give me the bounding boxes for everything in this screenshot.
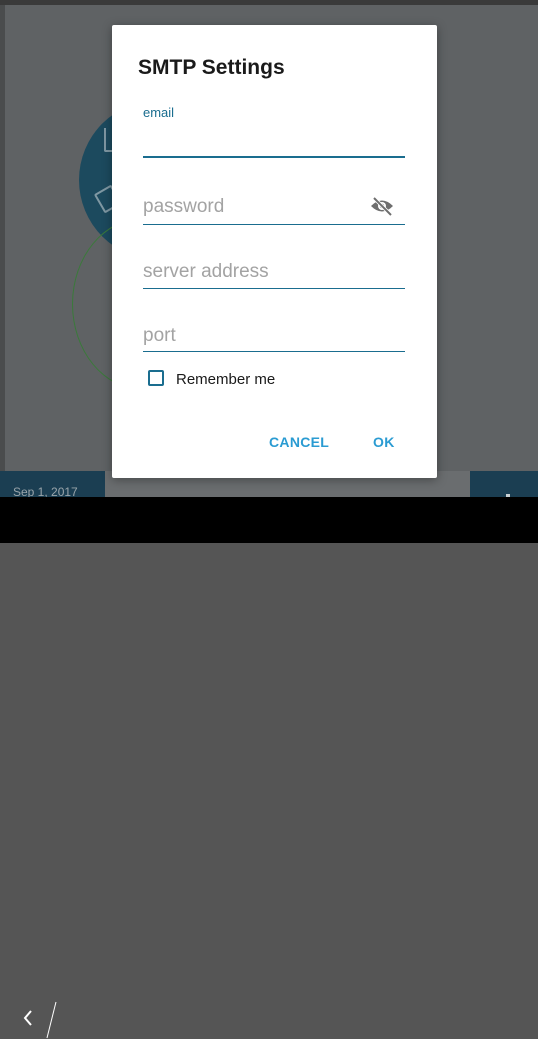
email-field-underline	[143, 156, 405, 158]
navigation-bar	[0, 497, 538, 1039]
visibility-toggle-button[interactable]	[369, 195, 395, 217]
cancel-button[interactable]: CANCEL	[269, 434, 329, 450]
server-address-field[interactable]: server address	[143, 261, 269, 283]
remember-me-checkbox[interactable]	[148, 370, 164, 386]
ok-button[interactable]: OK	[373, 434, 395, 450]
password-field[interactable]: password	[143, 196, 224, 218]
dialog-title: SMTP Settings	[138, 56, 285, 79]
nav-divider-slash	[46, 1001, 57, 1039]
port-field-underline	[143, 351, 405, 352]
password-field-underline	[143, 224, 405, 225]
email-field[interactable]	[143, 124, 405, 156]
port-field[interactable]: port	[143, 325, 176, 347]
back-button[interactable]	[18, 1007, 38, 1029]
chevron-left-icon	[23, 1010, 32, 1026]
remember-me-label[interactable]: Remember me	[176, 371, 275, 388]
smtp-settings-dialog	[112, 25, 437, 478]
eye-off-icon	[371, 196, 393, 217]
server-address-field-underline	[143, 288, 405, 289]
email-field-label: email	[143, 105, 175, 120]
